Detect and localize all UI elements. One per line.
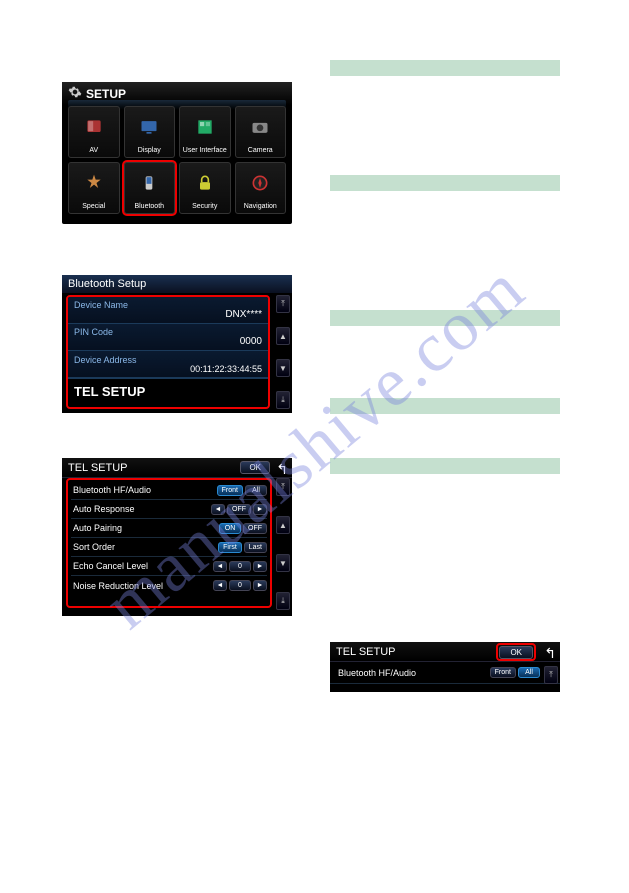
ui-icon — [195, 107, 215, 147]
display-icon — [139, 107, 159, 147]
decrease-button[interactable]: ◄ — [211, 504, 225, 515]
option-off[interactable]: OFF — [243, 523, 267, 534]
av-icon — [84, 107, 104, 147]
tile-av[interactable]: AV — [68, 106, 120, 158]
increase-button[interactable]: ► — [253, 504, 267, 515]
bluetooth-icon — [139, 163, 159, 203]
lock-icon — [195, 163, 215, 203]
value: 0 — [229, 561, 251, 572]
tile-special[interactable]: Special — [68, 162, 120, 214]
option-front[interactable]: Front — [217, 485, 243, 496]
tel-setup-ok-screenshot: TEL SETUP OK ↰ Bluetooth HF/Audio Front … — [330, 642, 560, 692]
scroll-column: ⤒ ▲ ▼ ⤓ — [276, 295, 290, 409]
label: Sort Order — [73, 542, 115, 552]
row-sort-order: Sort Order First Last — [71, 538, 267, 557]
label: Bluetooth HF/Audio — [338, 668, 416, 678]
camera-icon — [250, 107, 270, 147]
scroll-bottom-icon[interactable]: ⤓ — [276, 592, 290, 610]
row-noise-reduction-level: Noise Reduction Level ◄ 0 ► — [71, 576, 267, 595]
highlight-bar — [330, 398, 560, 414]
scroll-top-icon[interactable]: ⤒ — [544, 666, 558, 684]
highlight-bar — [330, 310, 560, 326]
row-echo-cancel-level: Echo Cancel Level ◄ 0 ► — [71, 557, 267, 576]
increase-button[interactable]: ► — [253, 561, 267, 572]
label: Noise Reduction Level — [73, 581, 163, 591]
ok-highlight: OK — [496, 643, 536, 661]
tile-label: Special — [82, 203, 105, 210]
row-auto-response: Auto Response ◄ OFF ► — [71, 500, 267, 519]
row-device-name[interactable]: Device Name DNX**** — [68, 297, 268, 324]
setup-title: SETUP — [86, 87, 126, 101]
value: OFF — [227, 504, 251, 515]
navigation-icon — [250, 163, 270, 203]
row-device-address[interactable]: Device Address 00:11:22:33:44:55 — [68, 351, 268, 378]
tile-label: User Interface — [183, 147, 227, 154]
tile-bluetooth[interactable]: Bluetooth — [124, 162, 176, 214]
value: 00:11:22:33:44:55 — [74, 364, 262, 374]
option-front[interactable]: Front — [490, 667, 516, 678]
tile-label: Camera — [248, 147, 273, 154]
option-last[interactable]: Last — [244, 542, 267, 553]
scroll-column: ⤒ ▲ ▼ ⤓ — [276, 478, 290, 610]
row-auto-pairing: Auto Pairing ON OFF — [71, 519, 267, 538]
value: DNX**** — [74, 309, 262, 320]
row-bluetooth-hf-audio: Bluetooth HF/Audio Front All — [330, 662, 560, 684]
label: Echo Cancel Level — [73, 561, 148, 571]
back-icon[interactable]: ↰ — [544, 645, 556, 662]
option-all[interactable]: All — [518, 667, 540, 678]
tile-display[interactable]: Display — [124, 106, 176, 158]
tile-label: AV — [89, 147, 98, 154]
tile-navigation[interactable]: Navigation — [235, 162, 287, 214]
row-pin-code[interactable]: PIN Code 0000 — [68, 324, 268, 351]
tel-setup-title: TEL SETUP — [336, 646, 396, 658]
scroll-down-icon[interactable]: ▼ — [276, 554, 290, 572]
tel-setup-screenshot: TEL SETUP OK ↰ Bluetooth HF/Audio Front … — [62, 458, 292, 616]
ok-button[interactable]: OK — [499, 646, 533, 659]
tile-camera[interactable]: Camera — [235, 106, 287, 158]
label: Auto Pairing — [73, 523, 122, 533]
scroll-up-icon[interactable]: ▲ — [276, 516, 290, 534]
ok-button[interactable]: OK — [240, 461, 270, 474]
option-on[interactable]: ON — [219, 523, 241, 534]
tel-setup-options: Bluetooth HF/Audio Front All Auto Respon… — [66, 478, 272, 608]
bluetooth-setup-screenshot: Bluetooth Setup Device Name DNX**** PIN … — [62, 275, 292, 413]
tile-security[interactable]: Security — [179, 162, 231, 214]
tile-label: Navigation — [244, 203, 277, 210]
option-all[interactable]: All — [245, 485, 267, 496]
value: 0000 — [74, 336, 262, 347]
increase-button[interactable]: ► — [253, 580, 267, 591]
option-first[interactable]: First — [218, 542, 242, 553]
scroll-top-icon[interactable]: ⤒ — [276, 295, 290, 313]
tile-user-interface[interactable]: User Interface — [179, 106, 231, 158]
decrease-button[interactable]: ◄ — [213, 561, 227, 572]
label: Auto Response — [73, 504, 135, 514]
special-icon — [84, 163, 104, 203]
scroll-top-icon[interactable]: ⤒ — [276, 478, 290, 496]
bluetooth-setup-list: Device Name DNX**** PIN Code 0000 Device… — [66, 295, 270, 409]
setup-menu-screenshot: SETUP AV Display User Interface Camera S… — [62, 82, 292, 224]
highlight-bar — [330, 458, 560, 474]
row-tel-setup[interactable]: TEL SETUP — [68, 378, 268, 404]
tile-label: Bluetooth — [134, 203, 164, 210]
label: Bluetooth HF/Audio — [73, 485, 151, 495]
scroll-down-icon[interactable]: ▼ — [276, 359, 290, 377]
bluetooth-setup-title: Bluetooth Setup — [62, 275, 292, 293]
scroll-up-icon[interactable]: ▲ — [276, 327, 290, 345]
row-bluetooth-hf-audio: Bluetooth HF/Audio Front All — [71, 481, 267, 500]
highlight-bar — [330, 60, 560, 76]
decrease-button[interactable]: ◄ — [213, 580, 227, 591]
scroll-bottom-icon[interactable]: ⤓ — [276, 391, 290, 409]
back-icon[interactable]: ↰ — [276, 461, 288, 478]
tel-setup-title: TEL SETUP — [68, 462, 128, 474]
highlight-bar — [330, 175, 560, 191]
tile-label: Display — [138, 147, 161, 154]
setup-grid: AV Display User Interface Camera Special… — [68, 106, 286, 214]
value: 0 — [229, 580, 251, 591]
tile-label: Security — [192, 203, 217, 210]
